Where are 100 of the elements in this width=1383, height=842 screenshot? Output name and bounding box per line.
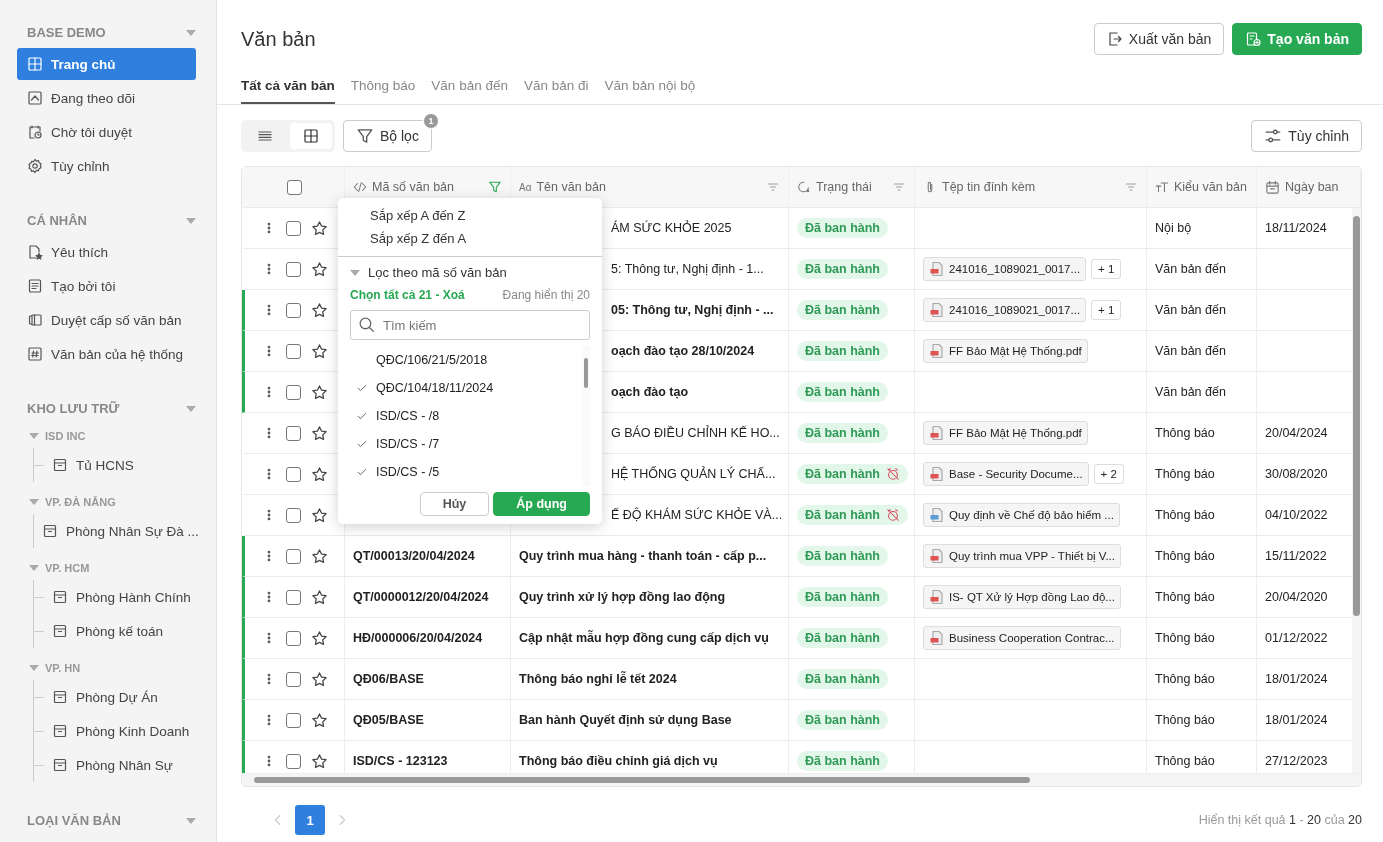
sidebar-item[interactable]: Trang chủ (17, 48, 196, 80)
sidebar-item[interactable]: Tùy chỉnh (17, 150, 196, 182)
row-checkbox[interactable] (285, 630, 301, 646)
sidebar-item[interactable]: Phòng Kinh Doanh (34, 714, 196, 748)
tab[interactable]: Văn bản đến (431, 78, 508, 104)
sort-option[interactable]: Sắp xếp Z đến A (338, 227, 602, 250)
group-title: ISD INC (45, 430, 86, 442)
filter-lines-icon (766, 180, 780, 194)
star-icon (310, 711, 328, 729)
row-checkbox[interactable] (285, 302, 301, 318)
tab[interactable]: Thông báo (350, 78, 416, 104)
table-cell: Thông báo (1155, 467, 1215, 481)
search-field[interactable]: Tìm kiếm (350, 310, 590, 340)
row-checkbox[interactable] (285, 343, 301, 359)
attachment-chip[interactable]: Quy trình mua VPP - Thiết bị V... (923, 544, 1121, 568)
vertical-scrollbar[interactable] (1352, 208, 1361, 773)
row-checkbox[interactable] (285, 425, 301, 441)
sidebar-item[interactable]: Tủ HCNS (34, 448, 196, 482)
attachment-chip[interactable]: 241016_1089021_0017... (923, 298, 1087, 322)
table-cell: 5: Thông tư, Nghị định - 1... (611, 262, 764, 276)
table-cell: oạch đào tạo (611, 385, 689, 399)
table-cell: Thông báo (1155, 754, 1215, 768)
sidebar-item[interactable]: Phòng kế toán (34, 614, 196, 648)
sidebar-item[interactable]: Đang theo dõi (17, 82, 196, 114)
table-cell: Thông báo (1155, 426, 1215, 440)
clock-calendar-icon (27, 124, 43, 140)
row-checkbox[interactable] (285, 712, 301, 728)
sidebar-item[interactable]: Văn bản của hệ thống (17, 338, 196, 370)
filter-option[interactable]: ISD/CS - /8 (350, 402, 582, 430)
check-icon (356, 410, 368, 422)
row-checkbox[interactable] (285, 507, 301, 523)
more-attachments-count[interactable]: + 2 (1093, 464, 1124, 484)
page-button[interactable]: 1 (295, 805, 325, 835)
row-checkbox[interactable] (285, 589, 301, 605)
sidebar-item[interactable]: Yêu thích (17, 236, 196, 268)
attachment-chip[interactable]: Quy định về Chế độ bảo hiểm ... (923, 503, 1120, 527)
sidebar-item[interactable]: Phòng Nhân Sự (34, 748, 196, 782)
tab[interactable]: Văn bản nội bộ (604, 78, 696, 104)
filter-section-title[interactable]: Lọc theo mã số văn bản (368, 265, 507, 280)
sidebar-item[interactable]: Duyệt cấp số văn bản (17, 304, 196, 336)
table-cell: Thông báo (1155, 713, 1215, 727)
grid-view-button[interactable] (290, 123, 332, 149)
row-checkbox[interactable] (285, 466, 301, 482)
cancel-button[interactable]: Hủy (419, 492, 490, 516)
table-cell: Văn bản đến (1155, 344, 1226, 358)
filter-option[interactable]: QĐC/106/21/5/2018 (350, 346, 582, 374)
row-checkbox[interactable] (285, 753, 301, 769)
attachment-chip[interactable]: FF Bảo Mật Hệ Thống.pdf (923, 421, 1088, 445)
more-attachments-count[interactable]: + 1 (1091, 259, 1122, 279)
filter-lines-icon (892, 180, 906, 194)
sidebar-item[interactable]: Chờ tôi duyệt (17, 116, 196, 148)
star-icon (310, 219, 328, 237)
row-checkbox[interactable] (285, 671, 301, 687)
tab[interactable]: Tất cả văn bản (241, 78, 335, 104)
row-checkbox[interactable] (285, 384, 301, 400)
table-cell: 05: Thông tư, Nghị định - ... (611, 303, 774, 317)
table-cell: ISD/CS - 123123 (353, 754, 448, 768)
star-icon (310, 588, 328, 606)
status-badge: Đã ban hành (797, 464, 908, 484)
sidebar-item[interactable]: Phòng Nhân Sự Đà ... (34, 514, 196, 548)
section-caret-icon[interactable] (350, 269, 360, 276)
section-title: CÁ NHÂN (27, 213, 87, 228)
gear-icon (27, 158, 43, 174)
tab[interactable]: Văn bản đi (523, 78, 589, 104)
alarm-off-icon (886, 467, 900, 481)
sidebar-item[interactable]: Phòng Hành Chính (34, 580, 196, 614)
status-badge: Đã ban hành (797, 423, 888, 443)
column-header[interactable]: Ngày ban (1257, 167, 1361, 207)
customize-button[interactable]: Tùy chỉnh (1251, 120, 1362, 152)
page-title: Văn bản (241, 27, 316, 51)
sidebar-item[interactable]: Phòng Dự Án (34, 680, 196, 714)
column-header[interactable]: Tệp tin đính kèm (915, 167, 1147, 207)
attachment-chip[interactable]: FF Bảo Mật Hệ Thống.pdf (923, 339, 1088, 363)
attachment-chip[interactable]: 241016_1089021_0017... (923, 257, 1087, 281)
select-all-checkbox[interactable] (287, 179, 302, 195)
more-attachments-count[interactable]: + 1 (1091, 300, 1122, 320)
filter-option[interactable]: QĐC/104/18/11/2024 (350, 374, 582, 402)
list-scrollbar[interactable] (582, 346, 590, 486)
table-cell: Nội bộ (1155, 221, 1192, 235)
attachment-chip[interactable]: Business Cooperation Contrac... (923, 626, 1121, 650)
table-cell: QĐ06/BASE (353, 672, 424, 686)
star-icon (310, 629, 328, 647)
star-icon (310, 424, 328, 442)
table-cell: 15/11/2022 (1265, 549, 1327, 563)
attachment-chip[interactable]: Base - Security Docume... (923, 462, 1089, 486)
export-button[interactable]: Xuất văn bản (1093, 23, 1225, 55)
sidebar-item[interactable]: Tạo bởi tôi (17, 270, 196, 302)
row-checkbox[interactable] (285, 220, 301, 236)
filter-option[interactable]: ISD/CS - /5 (350, 458, 582, 486)
filter-option[interactable]: ISD/CS - /7 (350, 430, 582, 458)
row-checkbox[interactable] (285, 548, 301, 564)
row-checkbox[interactable] (285, 261, 301, 277)
column-header[interactable]: Trạng thái (789, 167, 915, 207)
section-title: BASE DEMO (27, 25, 106, 40)
horizontal-scrollbar[interactable] (242, 773, 1361, 786)
attachment-chip[interactable]: IS- QT Xử lý Hợp đồng Lao độ... (923, 585, 1121, 609)
archive-box-icon (52, 757, 68, 773)
sort-option[interactable]: Sắp xếp A đến Z (338, 204, 602, 227)
column-header[interactable]: Kiểu văn bản (1147, 167, 1257, 207)
table-cell: Văn bản đến (1155, 262, 1226, 276)
